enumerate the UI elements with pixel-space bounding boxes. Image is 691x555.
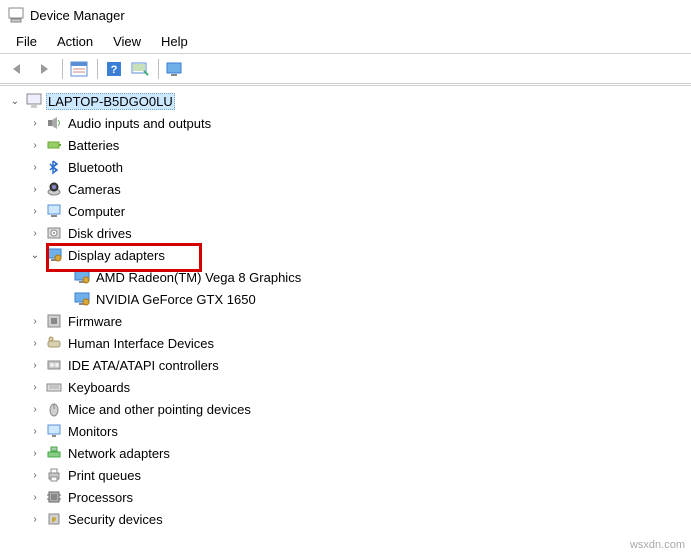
expand-icon[interactable]: › (28, 358, 42, 372)
tree-node-label: Audio inputs and outputs (66, 115, 213, 132)
expand-icon[interactable]: › (28, 446, 42, 460)
tree-root-label: LAPTOP-B5DGO0LU (46, 93, 175, 110)
tree-node-label: Display adapters (66, 247, 167, 264)
battery-icon (45, 137, 63, 153)
tree-node[interactable]: › IDE ATA/ATAPI controllers (0, 354, 691, 376)
tree-node-label: NVIDIA GeForce GTX 1650 (94, 291, 258, 308)
disk-icon (45, 225, 63, 241)
show-button[interactable] (163, 57, 187, 81)
app-icon (8, 7, 24, 23)
window-title: Device Manager (30, 8, 125, 23)
toolbar: ? (0, 54, 691, 84)
tree-node-label: Computer (66, 203, 127, 220)
speaker-icon (45, 115, 63, 131)
tree-node-label: Mice and other pointing devices (66, 401, 253, 418)
expand-icon[interactable]: › (28, 512, 42, 526)
tree-node[interactable]: › Print queues (0, 464, 691, 486)
tree-node-label: Keyboards (66, 379, 132, 396)
tree-node-label: Batteries (66, 137, 121, 154)
back-button[interactable] (6, 57, 30, 81)
printer-icon (45, 467, 63, 483)
expand-icon[interactable]: › (28, 490, 42, 504)
expand-icon[interactable]: › (28, 424, 42, 438)
display-icon (45, 247, 63, 263)
help-button[interactable]: ? (102, 57, 126, 81)
forward-button[interactable] (32, 57, 56, 81)
expand-icon[interactable]: › (28, 160, 42, 174)
menu-view[interactable]: View (103, 32, 151, 51)
tree-node-label: Firmware (66, 313, 124, 330)
keyboard-icon (45, 379, 63, 395)
properties-button[interactable] (67, 57, 91, 81)
expand-icon[interactable]: › (28, 402, 42, 416)
display-icon (73, 269, 91, 285)
menu-file[interactable]: File (6, 32, 47, 51)
tree-node[interactable]: › Keyboards (0, 376, 691, 398)
tree-node-label: Disk drives (66, 225, 134, 242)
tree-node-label: AMD Radeon(TM) Vega 8 Graphics (94, 269, 303, 286)
menu-help[interactable]: Help (151, 32, 198, 51)
ide-icon (45, 357, 63, 373)
tree-node[interactable]: › Monitors (0, 420, 691, 442)
display-icon (73, 291, 91, 307)
cpu-icon (45, 489, 63, 505)
expand-icon[interactable]: › (28, 468, 42, 482)
network-icon (45, 445, 63, 461)
tree-node-label: Network adapters (66, 445, 172, 462)
tree-node[interactable]: › Disk drives (0, 222, 691, 244)
expand-icon[interactable]: › (28, 226, 42, 240)
camera-icon (45, 181, 63, 197)
monitor-icon (45, 423, 63, 439)
tree-node[interactable]: › Firmware (0, 310, 691, 332)
tree-node-label: Processors (66, 489, 135, 506)
expand-icon[interactable]: ⌄ (28, 248, 42, 262)
tree-node[interactable]: › Processors (0, 486, 691, 508)
toolbar-separator (158, 59, 159, 79)
tree-node[interactable]: › Security devices (0, 508, 691, 530)
tree-node[interactable]: › Audio inputs and outputs (0, 112, 691, 134)
watermark: wsxdn.com (630, 539, 685, 551)
toolbar-separator (62, 59, 63, 79)
tree-node-label: Security devices (66, 511, 165, 528)
expand-icon[interactable]: › (28, 182, 42, 196)
titlebar: Device Manager (0, 0, 691, 30)
expand-icon[interactable]: › (28, 138, 42, 152)
menubar: File Action View Help (0, 30, 691, 54)
tree-node-label: Print queues (66, 467, 143, 484)
tree-node-label: IDE ATA/ATAPI controllers (66, 357, 221, 374)
expand-icon[interactable]: ⌄ (8, 94, 22, 108)
tree-node[interactable]: ›NVIDIA GeForce GTX 1650 (0, 288, 691, 310)
tree-node-label: Human Interface Devices (66, 335, 216, 352)
tree-node-label: Monitors (66, 423, 120, 440)
tree-node-label: Cameras (66, 181, 123, 198)
hid-icon (45, 335, 63, 351)
tree-node[interactable]: › Computer (0, 200, 691, 222)
expand-icon[interactable]: › (28, 116, 42, 130)
tree-node[interactable]: › Cameras (0, 178, 691, 200)
tree-node[interactable]: ⌄ Display adapters (0, 244, 691, 266)
tree-node-label: Bluetooth (66, 159, 125, 176)
mouse-icon (45, 401, 63, 417)
computer-icon (25, 93, 43, 109)
firmware-icon (45, 313, 63, 329)
menu-action[interactable]: Action (47, 32, 103, 51)
computer-icon (45, 203, 63, 219)
tree-root[interactable]: ⌄ LAPTOP-B5DGO0LU (0, 90, 691, 112)
tree-node[interactable]: ›AMD Radeon(TM) Vega 8 Graphics (0, 266, 691, 288)
toolbar-separator (97, 59, 98, 79)
tree-node[interactable]: › Mice and other pointing devices (0, 398, 691, 420)
tree-node[interactable]: › Batteries (0, 134, 691, 156)
bluetooth-icon (45, 159, 63, 175)
svg-text:?: ? (111, 64, 118, 76)
tree-node[interactable]: › Network adapters (0, 442, 691, 464)
tree-node[interactable]: › Bluetooth (0, 156, 691, 178)
expand-icon[interactable]: › (28, 204, 42, 218)
expand-icon[interactable]: › (28, 314, 42, 328)
scan-button[interactable] (128, 57, 152, 81)
security-icon (45, 511, 63, 527)
expand-icon[interactable]: › (28, 336, 42, 350)
tree-node[interactable]: › Human Interface Devices (0, 332, 691, 354)
expand-icon[interactable]: › (28, 380, 42, 394)
device-tree[interactable]: ⌄ LAPTOP-B5DGO0LU › Audio inputs and outp… (0, 85, 691, 555)
